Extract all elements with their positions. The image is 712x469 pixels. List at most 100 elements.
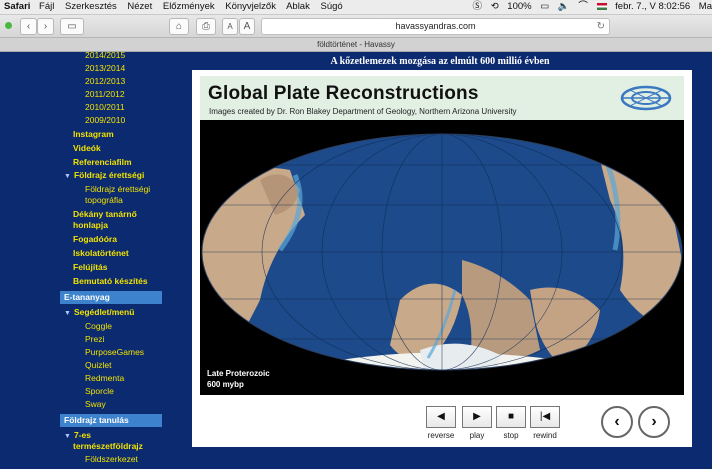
chevron-left-icon: ‹ [614, 413, 620, 430]
menu-bookmarks[interactable]: Könyvjelzők [225, 1, 276, 12]
disclosure-triangle-icon: ▼ [64, 433, 71, 440]
home-icon: ⌂ [175, 21, 183, 32]
battery-percent: 100% [507, 1, 532, 12]
sidebar-toggle-button[interactable]: ▭ [60, 18, 84, 35]
sidebar-item-redmenta[interactable]: Redmenta [85, 373, 124, 383]
reverse-icon[interactable]: ◀ [426, 406, 456, 428]
plate-reconstruction-viewer: Global Plate Reconstructions Images crea… [192, 70, 692, 447]
stop-control[interactable]: ■ stop [496, 406, 526, 440]
url-text: havassyandras.com [395, 21, 476, 31]
rewind-control[interactable]: |◀ rewind [530, 406, 560, 440]
map-caption-era: Late Proterozoic [207, 369, 270, 378]
sidebar-item-fogadoora[interactable]: Fogadóóra [73, 234, 117, 244]
slide-header: Global Plate Reconstructions Images crea… [200, 76, 684, 120]
university-logo-icon [620, 85, 672, 111]
previous-button[interactable]: ‹ [601, 406, 633, 438]
sidebar-item-sway[interactable]: Sway [85, 399, 106, 409]
sidebar-section-label: Segédlet/menü [73, 307, 135, 317]
sidebar-item-erettsegi-topo-line2[interactable]: topográfia [85, 195, 123, 205]
sidebar-year-2010-2011[interactable]: 2010/2011 [85, 102, 125, 112]
font-smaller-button[interactable]: A [222, 18, 238, 35]
sidebar-item-purposegames[interactable]: PurposeGames [85, 347, 144, 357]
input-language-flag-icon[interactable] [596, 3, 607, 10]
menu-file[interactable]: Fájl [39, 1, 54, 12]
printer-icon: ⎙ [202, 21, 210, 32]
browser-toolbar: ‹ › ▭ ⌂ ⎙ A A havassyandras.com ↻ [0, 15, 712, 38]
macos-menubar: Safari Fájl Szerkesztés Nézet Előzmények… [0, 0, 712, 15]
sidebar-item-iskolatortenet[interactable]: Iskolatörténet [73, 248, 129, 258]
sidebar-item-coggle[interactable]: Coggle [85, 321, 112, 331]
sidebar-header-e-tananyag[interactable]: E-tananyag [60, 291, 162, 304]
play-icon[interactable]: ▶ [462, 406, 492, 428]
clock[interactable]: febr. 7., V 8:02:56 [615, 1, 690, 12]
sidebar: 2014/2015 2013/2014 2012/2013 2011/2012 … [0, 50, 170, 469]
sidebar-year-2011-2012[interactable]: 2011/2012 [85, 89, 125, 99]
volume-icon[interactable]: 🔈 [558, 1, 570, 12]
disclosure-triangle-icon: ▼ [64, 173, 71, 180]
sidebar-item-felujitas[interactable]: Felújítás [73, 262, 107, 272]
sidebar-year-2012-2013[interactable]: 2012/2013 [85, 76, 125, 86]
menubar-status-area: Ⓢ ⟲ 100% ▭ 🔈 ⌒ febr. 7., V 8:02:56 Ma [467, 0, 712, 14]
back-button[interactable]: ‹ [20, 18, 37, 35]
home-button[interactable]: ⌂ [169, 18, 189, 35]
window-zoom-icon[interactable] [5, 22, 12, 29]
sidebar-item-instagram[interactable]: Instagram [73, 129, 114, 139]
sidebar-section-foldrajz-erettsegi[interactable]: ▼ Földrajz érettségi [64, 170, 144, 182]
rewind-label: rewind [533, 431, 557, 440]
slide-title: Global Plate Reconstructions [208, 83, 479, 104]
menu-window[interactable]: Ablak [286, 1, 310, 12]
sidebar-section-label: Földrajz érettségi [73, 170, 145, 180]
play-control[interactable]: ▶ play [462, 406, 492, 440]
reverse-control[interactable]: ◀ reverse [426, 406, 456, 440]
chevron-right-icon: › [43, 21, 48, 32]
time-machine-icon[interactable]: ⟲ [491, 1, 499, 12]
sidebar-section-label: 7-es [73, 430, 91, 440]
tab-title: földtörténet - Havassy [317, 40, 395, 49]
menu-history[interactable]: Előzmények [163, 1, 215, 12]
reload-icon[interactable]: ↻ [597, 19, 605, 34]
menu-help[interactable]: Súgó [320, 1, 342, 12]
sidebar-item-dekany-line2[interactable]: honlapja [73, 220, 108, 230]
sidebar-item-referenciafilm[interactable]: Referenciafilm [73, 157, 132, 167]
reverse-label: reverse [427, 431, 455, 440]
sidebar-year-2014-2015[interactable]: 2014/2015 [85, 50, 125, 60]
sidebar-item-quizlet[interactable]: Quizlet [85, 360, 111, 370]
sidebar-item-sporcle[interactable]: Sporcle [85, 386, 114, 396]
chevron-right-icon: › [651, 413, 657, 430]
mollweide-globe-icon [201, 133, 683, 371]
user-name[interactable]: Ma [699, 1, 712, 12]
sidebar-item-dekany-line1[interactable]: Dékány tanárnő [73, 209, 137, 219]
wifi-icon[interactable]: ⌒ [578, 1, 588, 12]
sidebar-item-foldszerkezet[interactable]: Földszerkezet [85, 454, 138, 464]
forward-button[interactable]: › [37, 18, 54, 35]
sidebar-section-label-line2[interactable]: természetföldrajz [73, 441, 143, 451]
sidebar-year-2013-2014[interactable]: 2013/2014 [85, 63, 125, 73]
sidebar-section-segedlet[interactable]: ▼ Segédlet/menü [64, 307, 134, 319]
slide-subtitle: Images created by Dr. Ron Blakey Departm… [209, 107, 517, 116]
play-label: play [469, 431, 485, 440]
sidebar-item-bemutato-keszites[interactable]: Bemutató készítés [73, 276, 148, 286]
sidebar-year-2009-2010[interactable]: 2009/2010 [85, 115, 125, 125]
print-button[interactable]: ⎙ [196, 18, 216, 35]
address-bar[interactable]: havassyandras.com ↻ [261, 18, 610, 35]
battery-icon[interactable]: ▭ [540, 1, 549, 12]
world-map-image: Late Proterozoic 600 mybp [200, 120, 684, 395]
map-caption: Late Proterozoic 600 mybp [207, 368, 270, 390]
menu-edit[interactable]: Szerkesztés [65, 1, 117, 12]
sidebar-header-foldrajz-tanulas[interactable]: Földrajz tanulás [60, 414, 162, 427]
disclosure-triangle-icon: ▼ [64, 310, 71, 317]
page-title: A kőzetlemezek mozgása az elmúlt 600 mil… [330, 56, 550, 67]
sidebar-item-erettsegi-topo-line1[interactable]: Földrajz érettségi [85, 184, 150, 194]
chevron-left-icon: ‹ [26, 21, 31, 32]
map-caption-age: 600 mybp [207, 380, 244, 389]
sidebar-icon: ▭ [67, 21, 77, 32]
skype-icon[interactable]: Ⓢ [473, 1, 483, 12]
menu-app-safari[interactable]: Safari [4, 1, 30, 12]
rewind-icon[interactable]: |◀ [530, 406, 560, 428]
next-button[interactable]: › [638, 406, 670, 438]
font-larger-button[interactable]: A [239, 18, 255, 35]
stop-icon[interactable]: ■ [496, 406, 526, 428]
menu-view[interactable]: Nézet [127, 1, 152, 12]
sidebar-item-videok[interactable]: Videók [73, 143, 101, 153]
sidebar-item-prezi[interactable]: Prezi [85, 334, 104, 344]
